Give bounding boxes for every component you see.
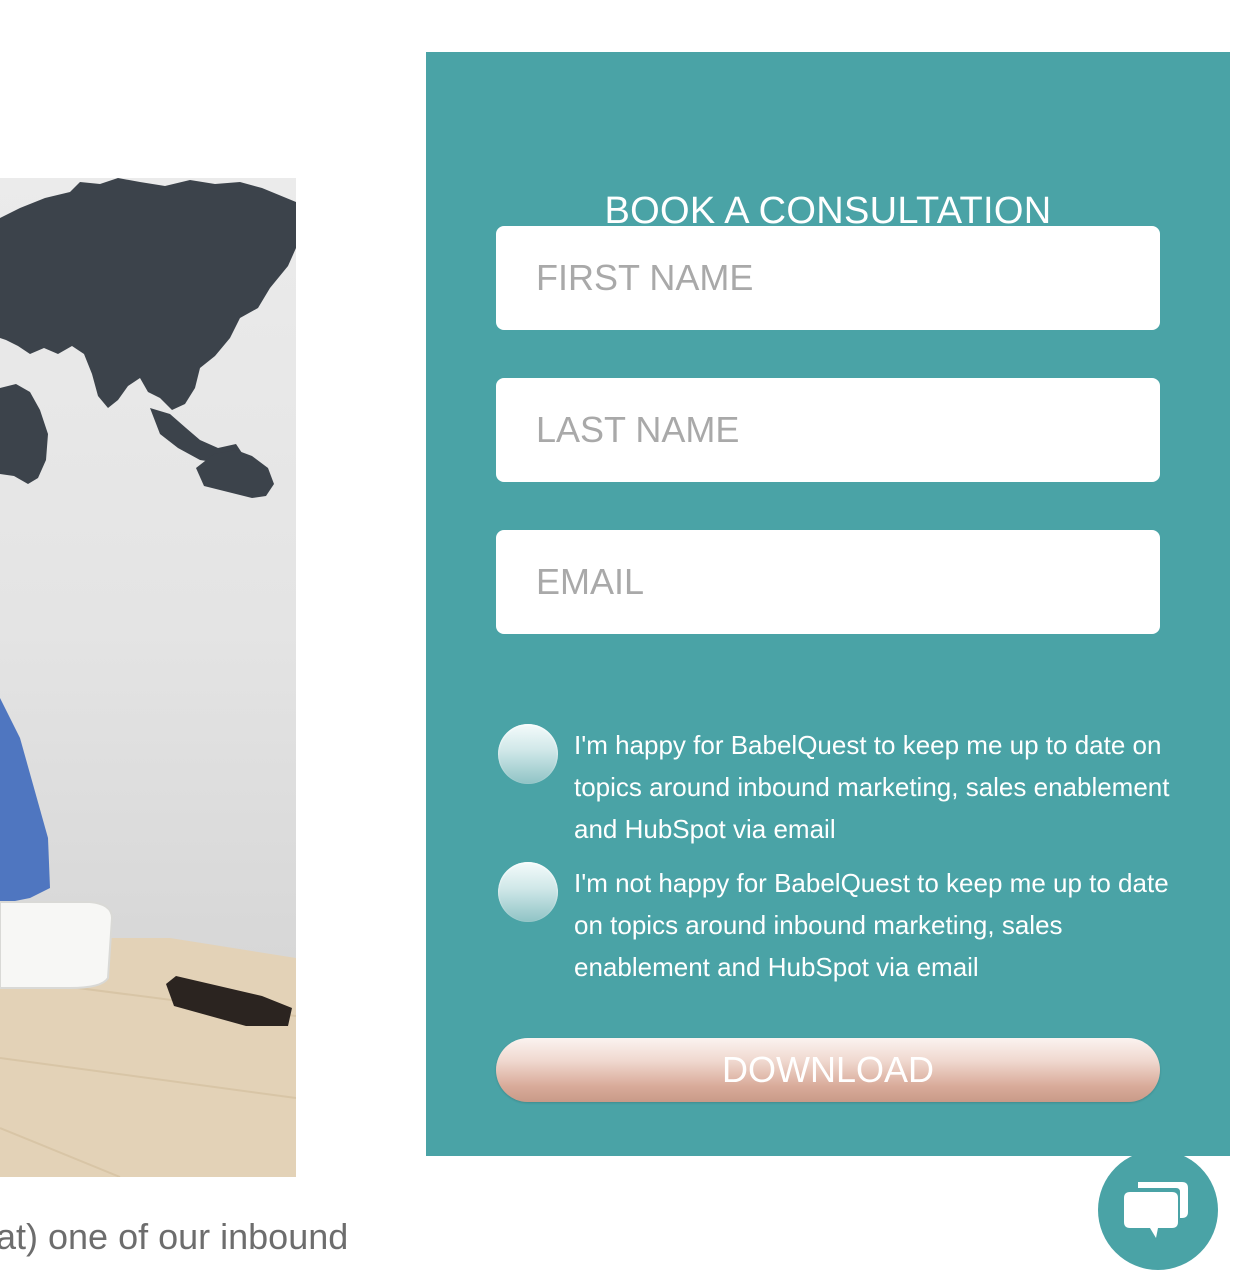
- consultation-form-panel: BOOK A CONSULTATION I'm happy for BabelQ…: [426, 52, 1230, 1156]
- coffee-mug: [0, 901, 114, 989]
- chat-bubbles-icon: [1124, 1182, 1188, 1238]
- email-input[interactable]: [496, 530, 1160, 634]
- first-name-input[interactable]: [496, 226, 1160, 330]
- page: at) one of our inbound BOOK A CONSULTATI…: [0, 0, 1250, 1274]
- download-button[interactable]: DOWNLOAD: [496, 1038, 1160, 1102]
- office-photo: [0, 178, 296, 1177]
- map-africa: [0, 384, 48, 484]
- caption-text: at) one of our inbound: [0, 1216, 349, 1257]
- consent-yes-radio[interactable]: [498, 724, 558, 784]
- chat-launcher-button[interactable]: [1098, 1150, 1218, 1270]
- consent-no-label: I'm not happy for BabelQuest to keep me …: [574, 868, 1169, 982]
- consent-yes-label: I'm happy for BabelQuest to keep me up t…: [574, 730, 1170, 844]
- map-eurasia: [0, 178, 296, 410]
- person-arm: [0, 698, 50, 904]
- office-photo-illustration: [0, 178, 296, 1177]
- consent-no-radio[interactable]: [498, 862, 558, 922]
- last-name-input[interactable]: [496, 378, 1160, 482]
